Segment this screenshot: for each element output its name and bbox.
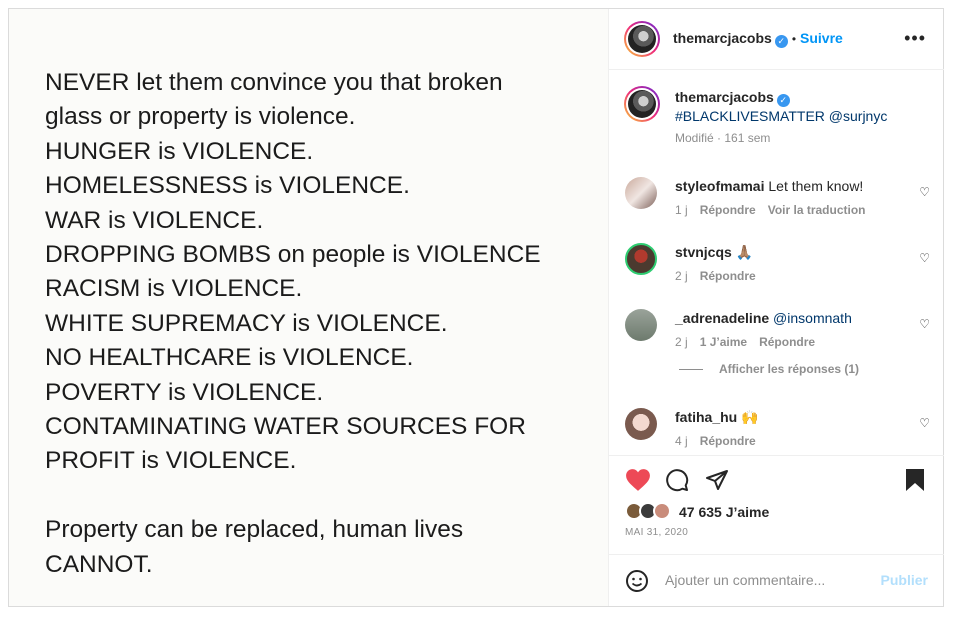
- comment-avatar[interactable]: [625, 243, 657, 275]
- comment-username[interactable]: _adrenadeline: [675, 310, 769, 326]
- comment-meta: 2 j Répondre: [675, 269, 768, 283]
- quote-line: WHITE SUPREMACY is VIOLENCE.: [45, 309, 448, 337]
- comment-username[interactable]: stvnjcqs: [675, 244, 732, 260]
- quote-line: glass or property is violence.: [45, 103, 356, 131]
- quote-line: POVERTY is VIOLENCE.: [45, 378, 324, 406]
- separator: •: [791, 32, 797, 46]
- post-modal: NEVER let them convince you that broken …: [8, 8, 944, 607]
- comment-avatar[interactable]: [625, 177, 657, 209]
- post-image-text: NEVER let them convince you that broken …: [45, 66, 605, 582]
- comment: fatiha_hu 🙌: [675, 408, 759, 426]
- add-comment-bar: Ajouter un commentaire... Publier: [609, 554, 944, 606]
- quote-line: CONTAMINATING WATER SOURCES FOR: [45, 413, 526, 441]
- verified-icon: ✓: [776, 94, 790, 107]
- follow-button[interactable]: Suivre: [800, 30, 843, 46]
- post-comment-button[interactable]: Publier: [881, 572, 928, 588]
- comment-icon[interactable]: [665, 468, 689, 492]
- emoji-icon[interactable]: [625, 569, 649, 593]
- comment-meta: 2 j 1 J’aime Répondre: [675, 335, 827, 349]
- quote-line: WAR is VIOLENCE.: [45, 206, 264, 234]
- quote-line: NEVER let them convince you that broken: [45, 69, 503, 96]
- comment-text: 🙌: [741, 409, 759, 425]
- comment-meta: 1 j Répondre Voir la traduction: [675, 203, 878, 217]
- comment: _adrenadeline @insomnath: [675, 309, 852, 327]
- comment-input[interactable]: Ajouter un commentaire...: [665, 572, 825, 588]
- comment-time: 4 j: [675, 434, 688, 448]
- quote-line: HUNGER is VIOLENCE.: [45, 137, 314, 165]
- bookmark-icon[interactable]: [905, 468, 925, 492]
- comment-text: Let them know!: [768, 178, 864, 194]
- comment-time: 2 j: [675, 335, 688, 349]
- comment-text: 🙏🏽: [735, 244, 754, 260]
- comment: styleofmamai Let them know!: [675, 177, 863, 195]
- caption-username[interactable]: themarcjacobs: [675, 89, 774, 105]
- translate-button[interactable]: Voir la traduction: [768, 203, 866, 217]
- post-actions: 47 635 J’aime MAI 31, 2020: [609, 455, 944, 554]
- reply-button[interactable]: Répondre: [759, 335, 815, 349]
- post-image[interactable]: NEVER let them convince you that broken …: [9, 9, 608, 606]
- heart-icon[interactable]: [625, 468, 651, 492]
- comment-like-icon[interactable]: ♡: [919, 251, 930, 265]
- comment-like-icon[interactable]: ♡: [919, 185, 930, 199]
- caption-avatar[interactable]: [624, 86, 660, 122]
- comments-list: themarcjacobs ✓ #BLACKLIVESMATTER @surjny…: [609, 71, 944, 455]
- comment-meta: 4 j Répondre: [675, 434, 768, 448]
- quote-line: RACISM is VIOLENCE.: [45, 275, 303, 303]
- caption-meta: Modifié · 161 sem: [675, 131, 771, 145]
- comment-avatar[interactable]: [625, 408, 657, 440]
- share-icon[interactable]: [705, 468, 729, 492]
- comment-likes[interactable]: 1 J’aime: [700, 335, 747, 349]
- reply-button[interactable]: Répondre: [700, 269, 756, 283]
- comment: stvnjcqs 🙏🏽: [675, 243, 753, 261]
- comment-username[interactable]: fatiha_hu: [675, 409, 737, 425]
- post-sidebar: themarcjacobs ✓ • Suivre ••• themarcjacobs ✓…: [608, 9, 944, 606]
- comment-text[interactable]: @insomnath: [773, 310, 852, 326]
- quote-closing-line: CANNOT.: [45, 550, 153, 578]
- quote-line: NO HEALTHCARE is VIOLENCE.: [45, 344, 414, 372]
- caption-text[interactable]: #BLACKLIVESMATTER @surjnyc: [675, 107, 887, 125]
- quote-line: HOMELESSNESS is VIOLENCE.: [45, 172, 410, 200]
- verified-icon: ✓: [774, 35, 788, 48]
- author-avatar[interactable]: [624, 21, 660, 57]
- post-header: themarcjacobs ✓ • Suivre •••: [609, 9, 944, 70]
- view-replies-button[interactable]: Afficher les réponses (1): [679, 362, 859, 376]
- comment-like-icon[interactable]: ♡: [919, 317, 930, 331]
- more-icon[interactable]: •••: [904, 28, 926, 49]
- comment-time: 1 j: [675, 203, 688, 217]
- reply-button[interactable]: Répondre: [700, 203, 756, 217]
- comment-avatar[interactable]: [625, 309, 657, 341]
- quote-line: DROPPING BOMBS on people is VIOLENCE: [45, 241, 541, 269]
- author-username[interactable]: themarcjacobs: [673, 30, 772, 46]
- reply-button[interactable]: Répondre: [700, 434, 756, 448]
- comment-username[interactable]: styleofmamai: [675, 178, 764, 194]
- caption: themarcjacobs ✓ #BLACKLIVESMATTER @surjny…: [675, 88, 887, 147]
- comment-like-icon[interactable]: ♡: [919, 416, 930, 430]
- quote-line: PROFIT is VIOLENCE.: [45, 447, 297, 475]
- comment-time: 2 j: [675, 269, 688, 283]
- post-date: MAI 31, 2020: [625, 527, 689, 538]
- likes-count[interactable]: 47 635 J’aime: [679, 504, 769, 520]
- quote-closing-line: Property can be replaced, human lives: [45, 516, 464, 544]
- view-replies-label: Afficher les réponses (1): [719, 362, 860, 376]
